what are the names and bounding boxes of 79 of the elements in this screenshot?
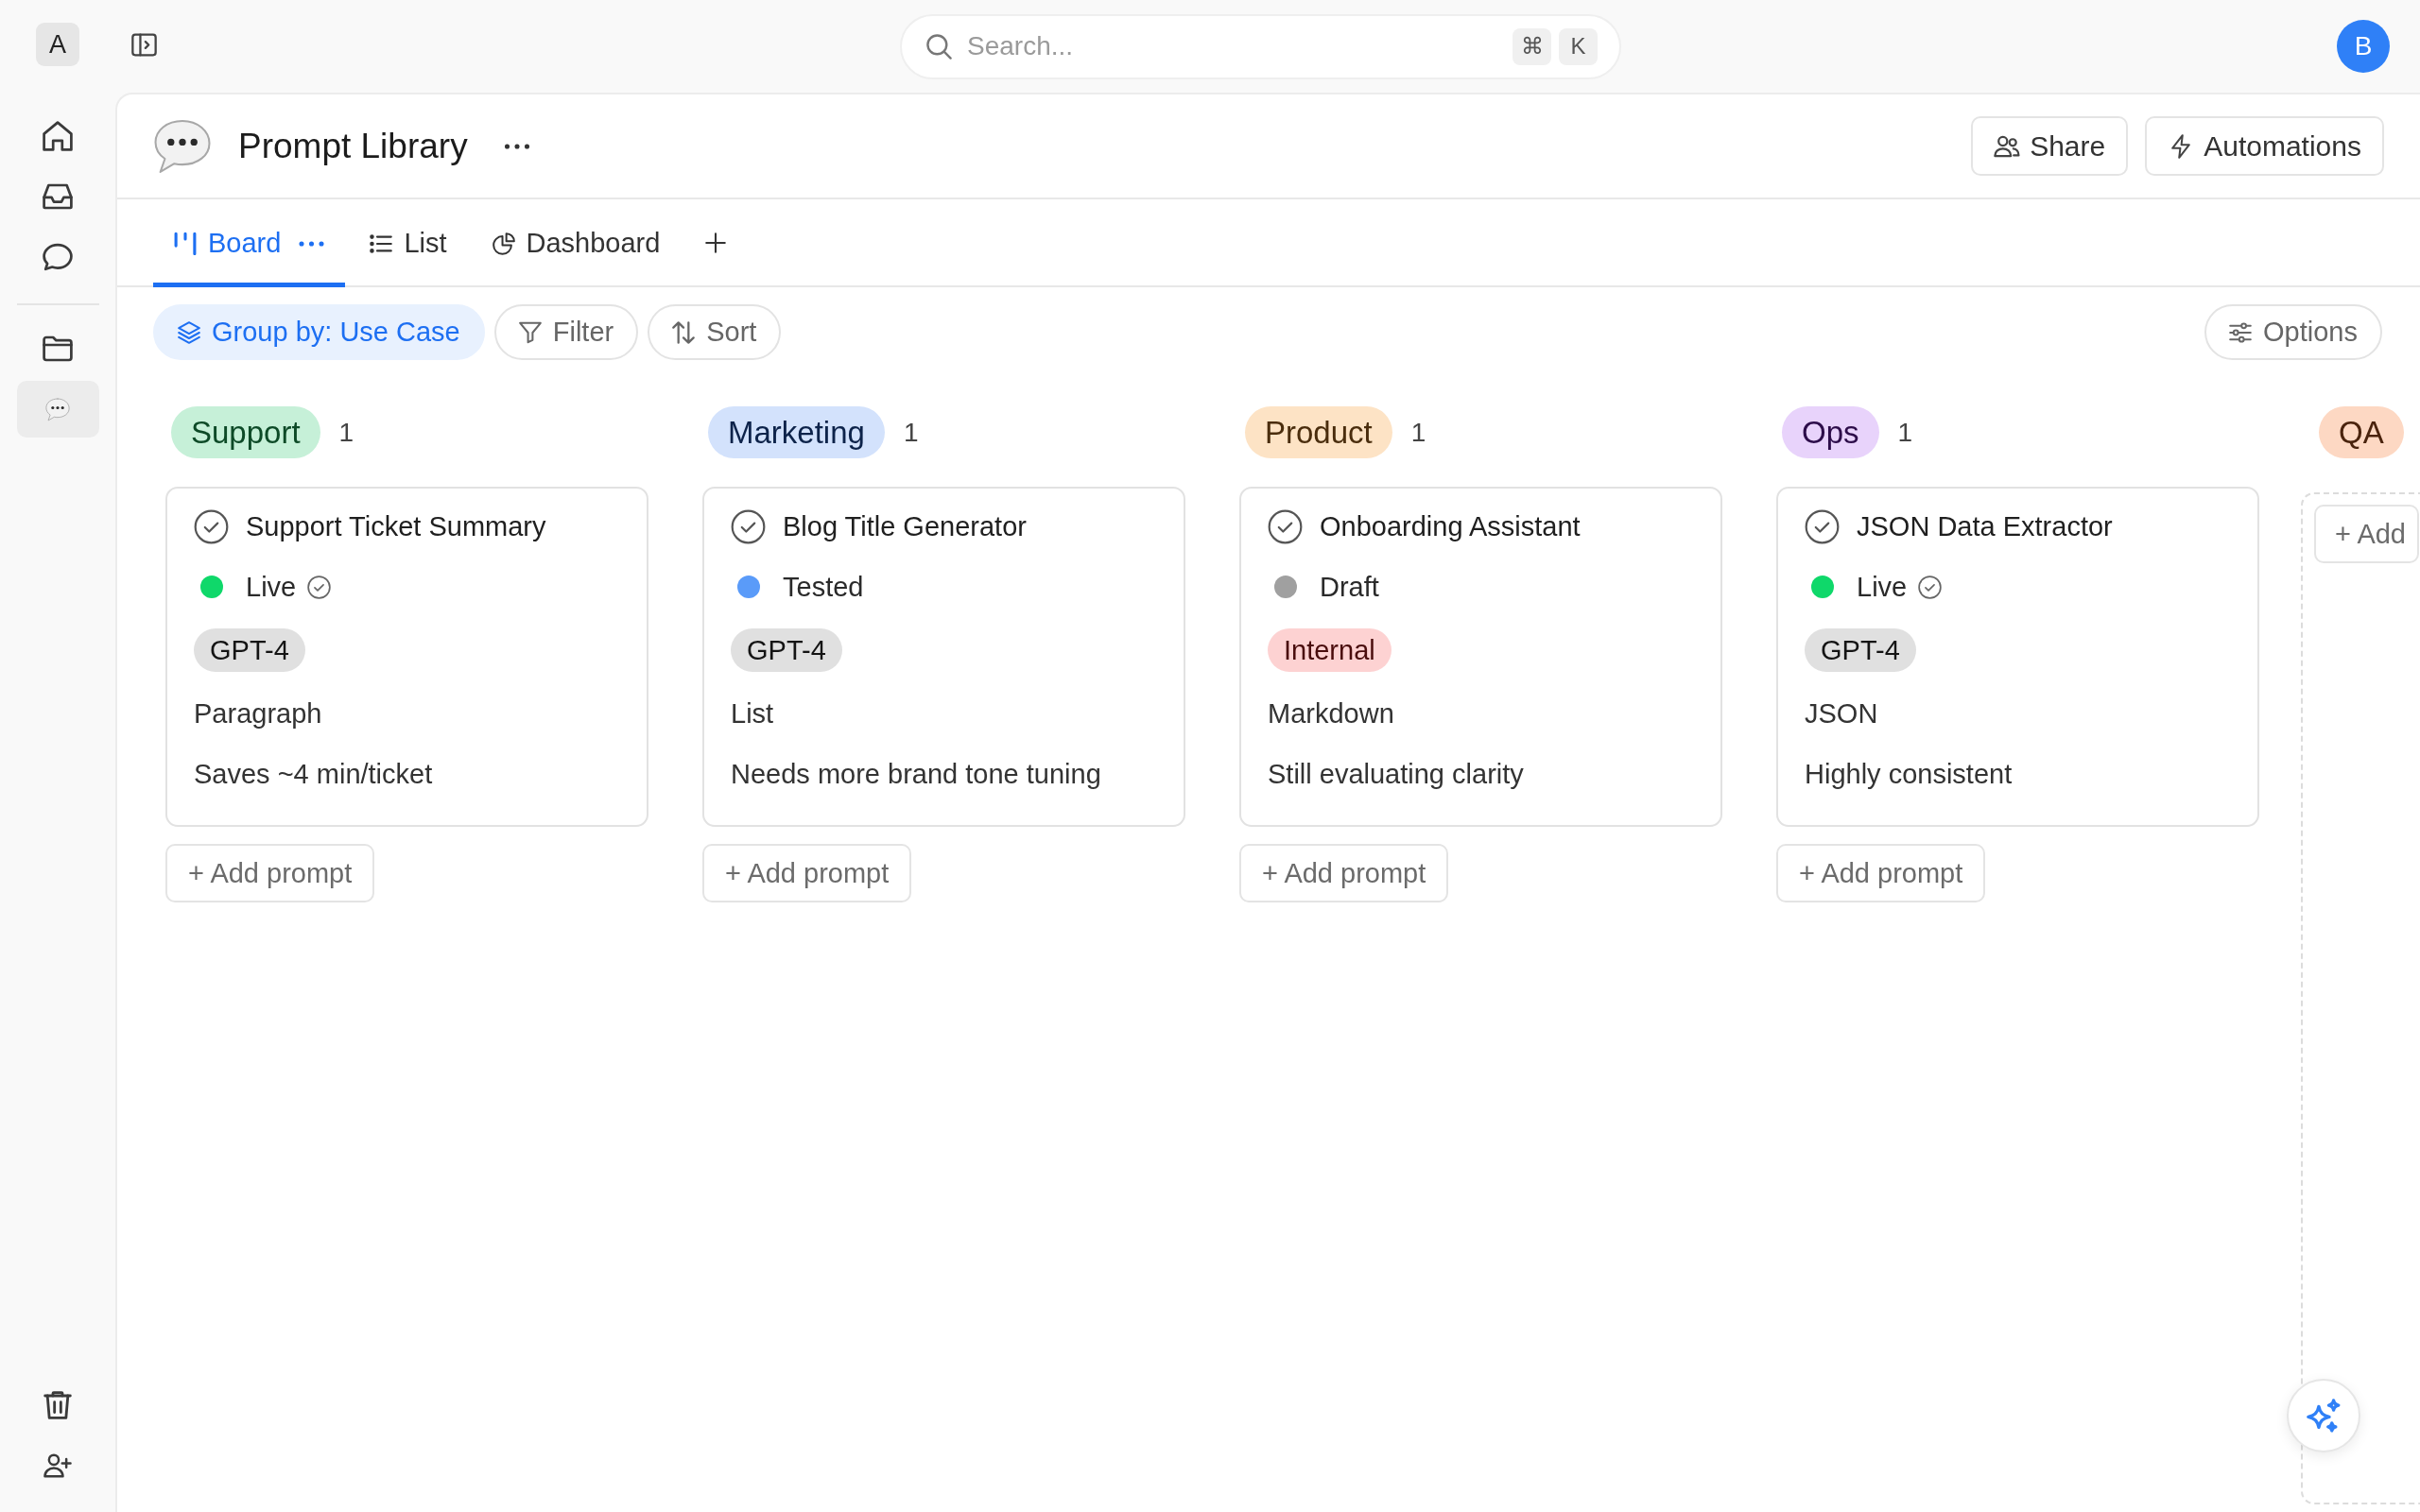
users-icon — [1994, 133, 2021, 159]
card-title: Blog Title Generator — [783, 510, 1027, 542]
note-text: Still evaluating clarity — [1268, 758, 1524, 791]
status-label: Tested — [783, 571, 864, 603]
columns-icon — [174, 232, 197, 255]
add-prompt-button[interactable]: + Add prompt — [702, 844, 912, 902]
card-title: JSON Data Extractor — [1857, 510, 2113, 542]
status-label: Live — [246, 571, 297, 603]
search-icon — [926, 33, 952, 60]
column-tag: QA — [2319, 406, 2404, 458]
add-prompt-button[interactable]: + Add prompt — [1239, 844, 1449, 902]
column-count: 1 — [1410, 417, 1426, 448]
status-label: Draft — [1320, 571, 1379, 603]
automations-button[interactable]: Automations — [2145, 116, 2384, 176]
format-text: Markdown — [1268, 697, 1394, 730]
folder-icon — [43, 334, 73, 364]
sort-arrows-icon — [672, 320, 696, 344]
funnel-icon — [518, 320, 542, 344]
column-tag: Product — [1245, 406, 1392, 458]
options-button[interactable]: Options — [2204, 304, 2382, 360]
add-prompt-button[interactable]: + Add prompt — [165, 844, 375, 902]
view-tab[interactable]: Dashboard — [471, 199, 682, 287]
search-bar[interactable]: Search... ⌘ K — [900, 13, 1621, 79]
prompt-card[interactable]: Onboarding Assistant Draft Internal Markdown Still evaluating clarity — [1239, 487, 1722, 827]
group-by-button[interactable]: Group by: Use Case — [153, 304, 485, 360]
add-prompt-button[interactable]: + Add — [2314, 505, 2419, 563]
column-tag: Marketing — [708, 406, 885, 458]
format-text: List — [731, 697, 774, 730]
shortcut-key: K — [1559, 27, 1598, 65]
filter-button[interactable]: Filter — [493, 304, 639, 360]
column-tag: Support — [171, 406, 320, 458]
pie-chart-icon — [492, 232, 515, 255]
trash-icon[interactable] — [43, 1391, 72, 1419]
speech-bubble-icon — [45, 397, 70, 421]
column-tag: Ops — [1782, 406, 1879, 458]
view-tab[interactable]: List — [349, 199, 468, 287]
format-text: JSON — [1805, 697, 1878, 730]
model-tag: GPT-4 — [731, 628, 842, 672]
sparkles-icon — [2307, 1399, 2341, 1433]
column-count: 1 — [903, 417, 919, 448]
share-button[interactable]: Share — [1971, 116, 2129, 176]
check-circle-icon[interactable] — [1805, 508, 1840, 544]
column-count: 1 — [338, 417, 354, 448]
model-tag: Internal — [1268, 628, 1392, 672]
user-plus-icon[interactable] — [43, 1452, 72, 1480]
sort-button[interactable]: Sort — [648, 304, 782, 360]
model-tag: GPT-4 — [1805, 628, 1916, 672]
status-label: Live — [1857, 571, 1908, 603]
plus-icon[interactable] — [705, 232, 727, 253]
note-text: Needs more brand tone tuning — [731, 758, 1101, 791]
card-title: Support Ticket Summary — [246, 510, 546, 542]
note-text: Saves ~4 min/ticket — [194, 758, 433, 791]
prompt-card[interactable]: JSON Data Extractor Live GPT-4 JSON Highly consistent — [1776, 487, 2259, 827]
prompt-card[interactable]: Blog Title Generator Tested GPT-4 List Needs more brand tone tuning — [702, 487, 1185, 827]
column-count: 1 — [1897, 417, 1913, 448]
ellipsis-icon[interactable] — [503, 143, 530, 149]
add-prompt-button[interactable]: + Add prompt — [1776, 844, 1986, 902]
speech-bubble-icon — [153, 118, 212, 174]
page-title: Prompt Library — [238, 126, 468, 166]
home-icon — [43, 121, 73, 151]
view-tab[interactable]: Board — [153, 199, 346, 287]
model-tag: GPT-4 — [194, 628, 305, 672]
check-circle-icon[interactable] — [1268, 508, 1303, 544]
check-circle-icon[interactable] — [194, 508, 229, 544]
workspace-avatar[interactable]: A — [36, 23, 79, 66]
prompt-card[interactable]: Support Ticket Summary Live GPT-4 Paragraph Saves ~4 min/ticket — [165, 487, 648, 827]
shortcut-key: ⌘ — [1512, 27, 1551, 65]
sliders-icon — [2229, 320, 2253, 344]
inbox-icon — [43, 181, 73, 212]
list-icon — [370, 232, 393, 255]
sidebar-toggle-icon[interactable] — [131, 32, 157, 57]
check-circle-icon[interactable] — [731, 508, 766, 544]
search-field[interactable]: Search... — [967, 26, 1497, 67]
chat-icon — [43, 242, 73, 272]
note-text: Highly consistent — [1805, 758, 2013, 791]
user-avatar[interactable]: B — [2337, 20, 2390, 73]
format-text: Paragraph — [194, 697, 322, 730]
layers-icon — [178, 320, 200, 344]
card-title: Onboarding Assistant — [1320, 510, 1581, 542]
